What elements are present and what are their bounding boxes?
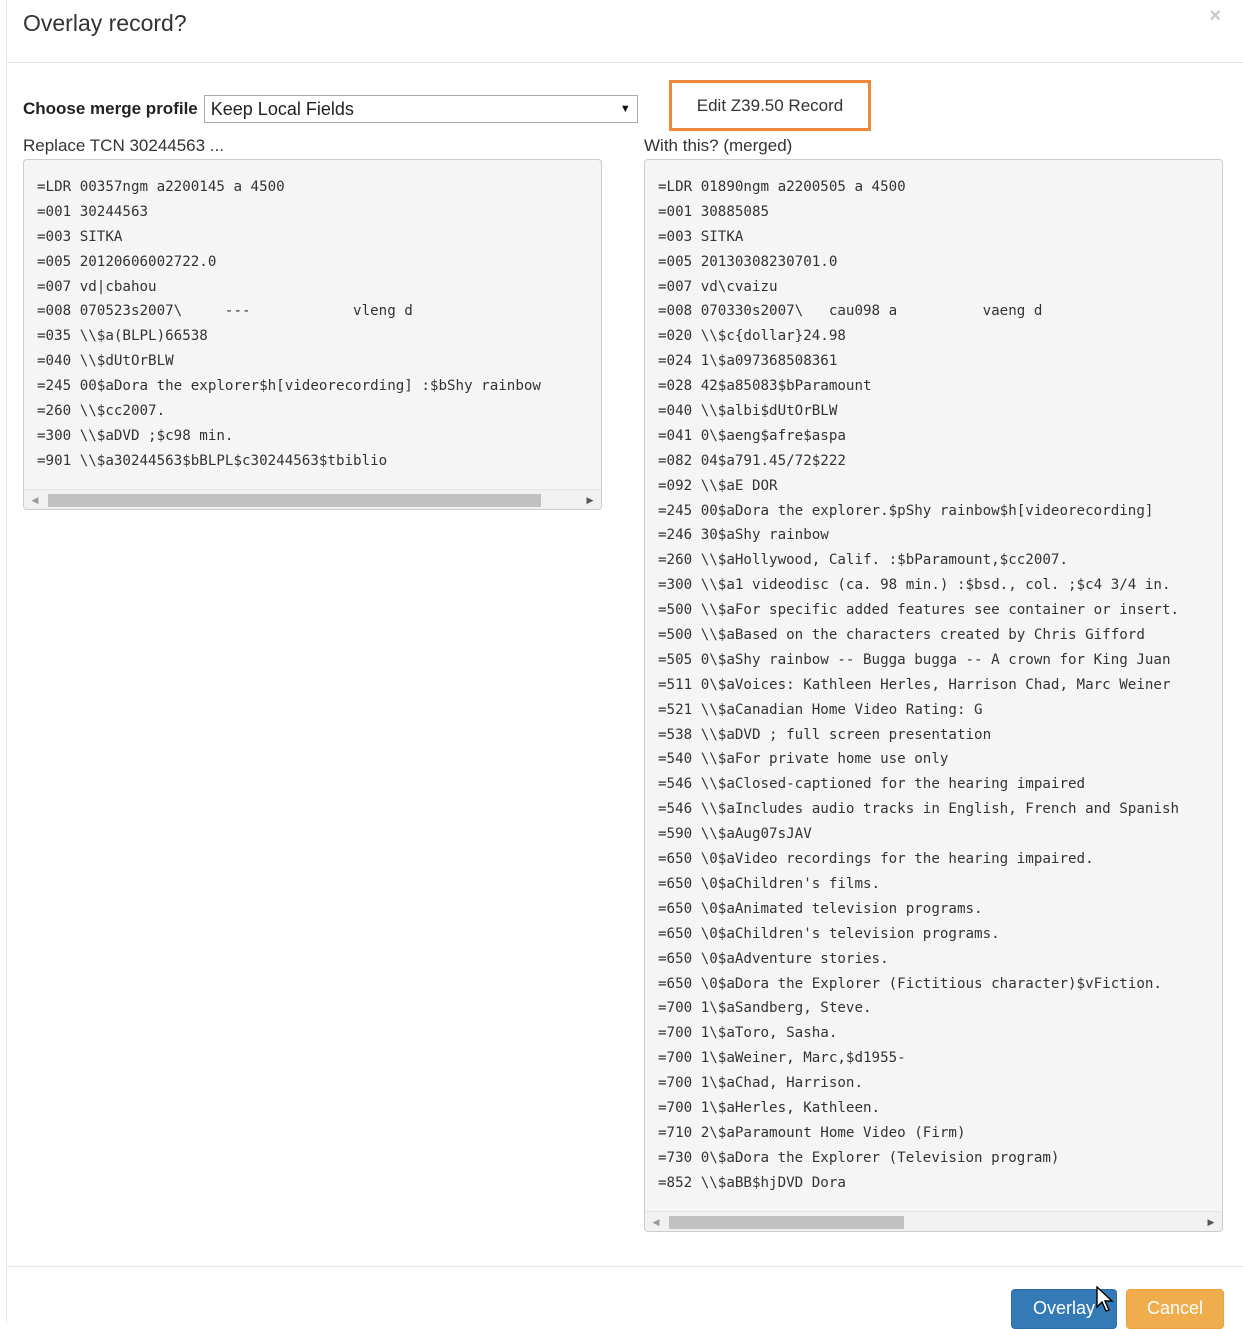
marc-field-line: =024 1\$a097368508361 — [658, 353, 838, 370]
scroll-right-arrow-icon[interactable]: ▶ — [1202, 1212, 1220, 1231]
marc-field-line: =035 \\$a(BLPL)66538 — [37, 328, 208, 345]
marc-field-line: =LDR 00357ngm a2200145 a 4500 — [37, 179, 285, 195]
marc-field-line: =260 \\$aHollywood, Calif. :$bParamount,… — [658, 552, 1068, 569]
marc-field-line: =092 \\$aE DOR — [658, 477, 778, 494]
marc-field-line: =538 \\$aDVD ; full screen presentation — [658, 726, 992, 743]
marc-field-line: =546 \\$aIncludes audio tracks in Englis… — [658, 801, 1180, 818]
right-pane-caption: With this? (merged) — [644, 136, 793, 155]
scroll-left-arrow-icon[interactable]: ◀ — [647, 1212, 665, 1231]
left-scrollbar-thumb[interactable] — [48, 494, 541, 507]
marc-field-line: =650 \0$aDora the Explorer (Fictitious c… — [658, 975, 1162, 992]
marc-field-line: =700 1\$aToro, Sasha. — [658, 1025, 838, 1042]
marc-field-line: =700 1\$aHerles, Kathleen. — [658, 1099, 881, 1116]
marc-field-line: =511 0\$aVoices: Kathleen Herles, Harris… — [658, 676, 1171, 693]
left-record-lines: =LDR 00357ngm a2200145 a 4500 =001 302445… — [37, 175, 601, 474]
marc-field-line: =020 \\$c{dollar}24.98 — [658, 328, 846, 345]
marc-field-line: =300 \\$aDVD ;$c98 min. — [37, 427, 234, 444]
dialog-footer: Overlay Cancel — [7, 1266, 1243, 1329]
marc-field-line: =001 30244563 — [37, 203, 149, 220]
marc-field-line: =008 070523s2007\ --- vleng d — [37, 303, 413, 320]
marc-field-line: =040 \\$albi$dUtOrBLW — [658, 403, 838, 420]
marc-field-line: =650 \0$aChildren's films. — [658, 875, 881, 892]
marc-field-line: =245 00$aDora the explorer$h[videorecord… — [37, 378, 541, 395]
marc-field-line: =710 2\$aParamount Home Video (Firm) — [658, 1124, 966, 1141]
marc-field-line: =700 1\$aWeiner, Marc,$d1955- — [658, 1050, 906, 1067]
marc-field-line: =005 20120606002722.0 — [37, 253, 217, 270]
right-record-lines: =LDR 01890ngm a2200505 a 4500 =001 308850… — [658, 175, 1222, 1196]
merge-profile-row: Choose merge profile Keep Local Fields ▼ — [23, 90, 638, 124]
merge-profile-label: Choose merge profile — [23, 99, 198, 118]
marc-field-line: =003 SITKA — [658, 228, 744, 245]
merge-profile-select[interactable]: Keep Local Fields ▼ — [203, 95, 638, 123]
marc-field-line: =700 1\$aSandberg, Steve. — [658, 1000, 872, 1017]
marc-field-line: =LDR 01890ngm a2200505 a 4500 — [658, 179, 906, 195]
marc-field-line: =730 0\$aDora the Explorer (Television p… — [658, 1149, 1060, 1166]
marc-field-line: =005 20130308230701.0 — [658, 253, 838, 270]
marc-field-line: =500 \\$aFor specific added features see… — [658, 602, 1180, 619]
close-icon[interactable]: × — [1209, 6, 1221, 26]
marc-field-line: =028 42$a85083$bParamount — [658, 378, 872, 395]
marc-field-line: =082 04$a791.45/72$222 — [658, 452, 846, 469]
scroll-left-arrow-icon[interactable]: ◀ — [26, 490, 44, 509]
right-scrollbar-thumb[interactable] — [669, 1216, 904, 1229]
dialog-title: Overlay record? — [23, 10, 187, 36]
marc-field-line: =300 \\$a1 videodisc (ca. 98 min.) :$bsd… — [658, 577, 1171, 594]
left-horizontal-scrollbar[interactable]: ◀ ▶ — [24, 489, 601, 509]
marc-field-line: =590 \\$aAug07sJAV — [658, 826, 812, 843]
marc-field-line: =650 \0$aChildren's television programs. — [658, 925, 1000, 942]
marc-field-line: =650 \0$aVideo recordings for the hearin… — [658, 851, 1094, 868]
right-horizontal-scrollbar[interactable]: ◀ ▶ — [645, 1211, 1222, 1231]
marc-field-line: =245 00$aDora the explorer.$pShy rainbow… — [658, 502, 1154, 519]
marc-field-line: =001 30885085 — [658, 203, 770, 220]
mouse-pointer-icon — [1096, 1286, 1114, 1312]
marc-field-line: =040 \\$dUtOrBLW — [37, 353, 174, 370]
scroll-right-arrow-icon[interactable]: ▶ — [581, 490, 599, 509]
marc-field-line: =521 \\$aCanadian Home Video Rating: G — [658, 701, 983, 718]
marc-field-line: =700 1\$aChad, Harrison. — [658, 1075, 863, 1092]
marc-field-line: =260 \\$cc2007. — [37, 403, 166, 420]
left-pane-caption: Replace TCN 30244563 ... — [23, 136, 224, 155]
marc-field-line: =008 070330s2007\ cau098 a vaeng d — [658, 303, 1043, 320]
merge-profile-selected-value: Keep Local Fields — [210, 98, 354, 119]
marc-field-line: =546 \\$aClosed-captioned for the hearin… — [658, 776, 1086, 793]
marc-field-line: =500 \\$aBased on the characters created… — [658, 627, 1145, 644]
marc-field-line: =041 0\$aeng$afre$aspa — [658, 427, 846, 444]
left-record-pane[interactable]: =LDR 00357ngm a2200145 a 4500 =001 302445… — [23, 159, 602, 510]
marc-field-line: =505 0\$aShy rainbow -- Bugga bugga -- A… — [658, 651, 1171, 668]
dialog-header: Overlay record? × — [7, 0, 1243, 63]
marc-field-line: =007 vd\cvaizu — [658, 278, 778, 295]
marc-field-line: =650 \0$aAdventure stories. — [658, 950, 889, 967]
marc-field-line: =246 30$aShy rainbow — [658, 527, 829, 544]
edit-z3950-record-button[interactable]: Edit Z39.50 Record — [669, 80, 871, 131]
marc-field-line: =003 SITKA — [37, 228, 123, 245]
marc-field-line: =901 \\$a30244563$bBLPL$c30244563$tbibli… — [37, 452, 388, 469]
dropdown-arrow-icon: ▼ — [619, 103, 631, 115]
cancel-button[interactable]: Cancel — [1126, 1289, 1224, 1329]
edit-z3950-record-label: Edit Z39.50 Record — [696, 95, 844, 115]
overlay-record-dialog: Overlay record? × Choose merge profile K… — [6, 0, 1243, 1329]
marc-field-line: =650 \0$aAnimated television programs. — [658, 900, 983, 917]
right-record-pane[interactable]: =LDR 01890ngm a2200505 a 4500 =001 308850… — [644, 159, 1223, 1232]
marc-field-line: =852 \\$aBB$hjDVD Dora — [658, 1174, 846, 1191]
marc-field-line: =007 vd|cbahou — [37, 278, 157, 295]
marc-field-line: =540 \\$aFor private home use only — [658, 751, 949, 768]
